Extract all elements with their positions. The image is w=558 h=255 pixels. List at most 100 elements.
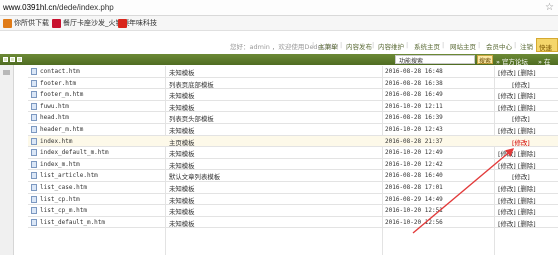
edit-link[interactable]: [修改] (498, 127, 516, 135)
file-icon (31, 137, 37, 145)
edit-link[interactable]: [修改] (498, 150, 516, 158)
file-name-label: list_cp.htm (40, 195, 80, 203)
edit-link[interactable]: [修改] (498, 197, 516, 205)
url-host: www.0391hl.cn (3, 3, 57, 12)
table-row[interactable]: list_cp.htm 未知模板 2016-08-29 14:49 [修改] [删除] (28, 194, 558, 206)
table-row[interactable]: contact.htm 未知模板 2016-08-28 16:48 [修改] [删除] (28, 66, 558, 78)
table-row[interactable]: list_cp_m.htm 未知模板 2016-10-20 12:51 [修改] [删… (28, 205, 558, 217)
delete-link[interactable]: [删除] (518, 150, 536, 158)
edit-link[interactable]: [修改] (498, 208, 516, 216)
nav-separator: | (372, 41, 375, 49)
edit-link[interactable]: [修改] (498, 185, 516, 193)
file-name[interactable]: header_m.htm (31, 126, 83, 133)
template-description: 未知模板 (169, 196, 195, 205)
bookmark-item[interactable]: 年味科技 (118, 18, 157, 28)
star-icon[interactable]: ☆ (545, 2, 554, 13)
file-name[interactable]: list_cp.htm (31, 195, 80, 203)
nav-system-home[interactable]: 系统主页 (414, 41, 440, 51)
delete-link[interactable]: [删除] (518, 197, 536, 205)
file-name[interactable]: footer.htm (31, 79, 76, 87)
nav-separator: | (312, 41, 315, 49)
menu-toggle-icon[interactable] (17, 57, 22, 62)
file-name[interactable]: head.htm (31, 114, 69, 122)
delete-link[interactable]: [删除] (518, 208, 536, 216)
nav-logout[interactable]: 注销 (520, 41, 533, 51)
edit-link[interactable]: [修改] (498, 69, 516, 77)
row-actions: [修改] (512, 80, 530, 89)
table-row[interactable]: head.htm 列表页头部模板 2016-08-28 16:39 [修改] (28, 112, 558, 124)
file-name-label: header_m.htm (40, 126, 84, 133)
delete-link[interactable]: [删除] (518, 220, 536, 228)
nav-content-publish[interactable]: 内容发布 (346, 41, 372, 51)
left-sidebar-collapsed[interactable] (0, 65, 14, 255)
menu-toggle-icon[interactable] (3, 57, 8, 62)
edit-link[interactable]: [修改] (512, 139, 530, 147)
table-row[interactable]: list_default_m.htm 未知模板 2016-10-20 12:56 [修… (28, 217, 558, 229)
bookmark-label: 你所供下载 (14, 19, 49, 27)
file-name[interactable]: list_article.htm (31, 172, 98, 180)
row-actions: [修改] [删除] (498, 184, 536, 193)
table-row[interactable]: list_article.htm 默认文章列表模板 2016-08-28 16:40… (28, 170, 558, 182)
more-link[interactable]: » 在 (538, 56, 551, 66)
table-row[interactable]: index.htm 主页模板 2016-08-28 21:37 [修改] (28, 135, 558, 148)
nav-site-home[interactable]: 网站主页 (450, 41, 476, 51)
table-row[interactable]: footer.htm 列表页底部模板 2016-08-28 16:38 [修改] (28, 78, 558, 90)
top-nav: 您好：admin ，欢迎使用DedeCMS！ | 主菜单 | 内容发布 | 内容… (0, 38, 558, 52)
row-actions: [修改] (512, 172, 530, 181)
file-name-label: list_case.htm (40, 184, 87, 191)
nav-main-menu[interactable]: 主菜单 (318, 41, 338, 51)
function-search-input[interactable]: 功能搜索 (395, 55, 475, 65)
search-button[interactable]: 搜索 (477, 55, 493, 65)
template-description: 列表页底部模板 (169, 80, 214, 89)
template-description: 未知模板 (169, 69, 195, 77)
nav-member-center[interactable]: 会员中心 (486, 41, 512, 51)
row-actions: [修改] [删除] (498, 149, 536, 158)
edit-link[interactable]: [修改] (498, 104, 516, 112)
row-actions: [修改] [删除] (498, 68, 536, 77)
delete-link[interactable]: [删除] (518, 162, 536, 170)
table-row[interactable]: fuwu.htm 未知模板 2016-10-20 12:11 [修改] [删除] (28, 101, 558, 113)
delete-link[interactable]: [删除] (518, 104, 536, 112)
template-description: 未知模板 (169, 103, 195, 112)
file-name[interactable]: fuwu.htm (31, 102, 69, 110)
delete-link[interactable]: [删除] (518, 127, 536, 135)
table-row[interactable]: header_m.htm 未知模板 2016-10-20 12:43 [修改] [删除… (28, 124, 558, 136)
edit-link[interactable]: [修改] (512, 115, 530, 123)
row-actions: [修改] [删除] (498, 161, 536, 170)
nav-content-manage[interactable]: 内容维护 (378, 41, 404, 51)
template-description: 未知模板 (169, 208, 195, 217)
file-name[interactable]: list_cp_m.htm (31, 207, 87, 215)
edit-link[interactable]: [修改] (498, 92, 516, 100)
table-row[interactable]: list_case.htm 未知模板 2016-08-28 17:01 [修改] [删… (28, 182, 558, 194)
bookmark-icon (52, 18, 61, 28)
sidebar-toggle-icon[interactable] (3, 70, 10, 75)
table-row[interactable]: footer_m.htm 未知模板 2016-08-28 16:49 [修改] [删除… (28, 89, 558, 101)
menu-toggle-icon[interactable] (10, 57, 15, 62)
file-name[interactable]: footer_m.htm (31, 91, 83, 99)
table-row[interactable]: index_default_m.htm 未知模板 2016-10-20 12:49 [… (28, 147, 558, 159)
table-row[interactable]: index_m.htm 未知模板 2016-10-20 12:42 [修改] [删除] (28, 159, 558, 171)
edit-link[interactable]: [修改] (512, 81, 530, 89)
bookmark-item[interactable]: 你所供下载 (3, 18, 49, 28)
row-actions: [修改] [删除] (498, 91, 536, 100)
delete-link[interactable]: [删除] (518, 185, 536, 193)
url-text[interactable]: www.0391hl.cn/dede/index.php (3, 3, 114, 12)
address-bar[interactable]: www.0391hl.cn/dede/index.php ☆ (0, 0, 558, 16)
edit-link[interactable]: [修改] (498, 162, 516, 170)
file-name[interactable]: index.htm (31, 137, 73, 145)
file-name[interactable]: list_default_m.htm (31, 218, 105, 226)
file-icon (31, 218, 37, 226)
file-name[interactable]: list_case.htm (31, 184, 87, 191)
official-forum-link[interactable]: » 官方论坛 (496, 56, 528, 66)
file-name-label: index_m.htm (40, 160, 80, 168)
delete-link[interactable]: [删除] (518, 92, 536, 100)
file-name[interactable]: contact.htm (31, 68, 80, 75)
quick-button[interactable]: 快速 (536, 38, 558, 52)
file-name[interactable]: index_default_m.htm (31, 149, 109, 157)
file-name[interactable]: index_m.htm (31, 160, 80, 168)
edit-link[interactable]: [修改] (512, 173, 530, 181)
template-description: 主页模板 (169, 138, 195, 147)
delete-link[interactable]: [删除] (518, 69, 536, 77)
edit-link[interactable]: [修改] (498, 220, 516, 228)
file-icon (31, 102, 37, 110)
